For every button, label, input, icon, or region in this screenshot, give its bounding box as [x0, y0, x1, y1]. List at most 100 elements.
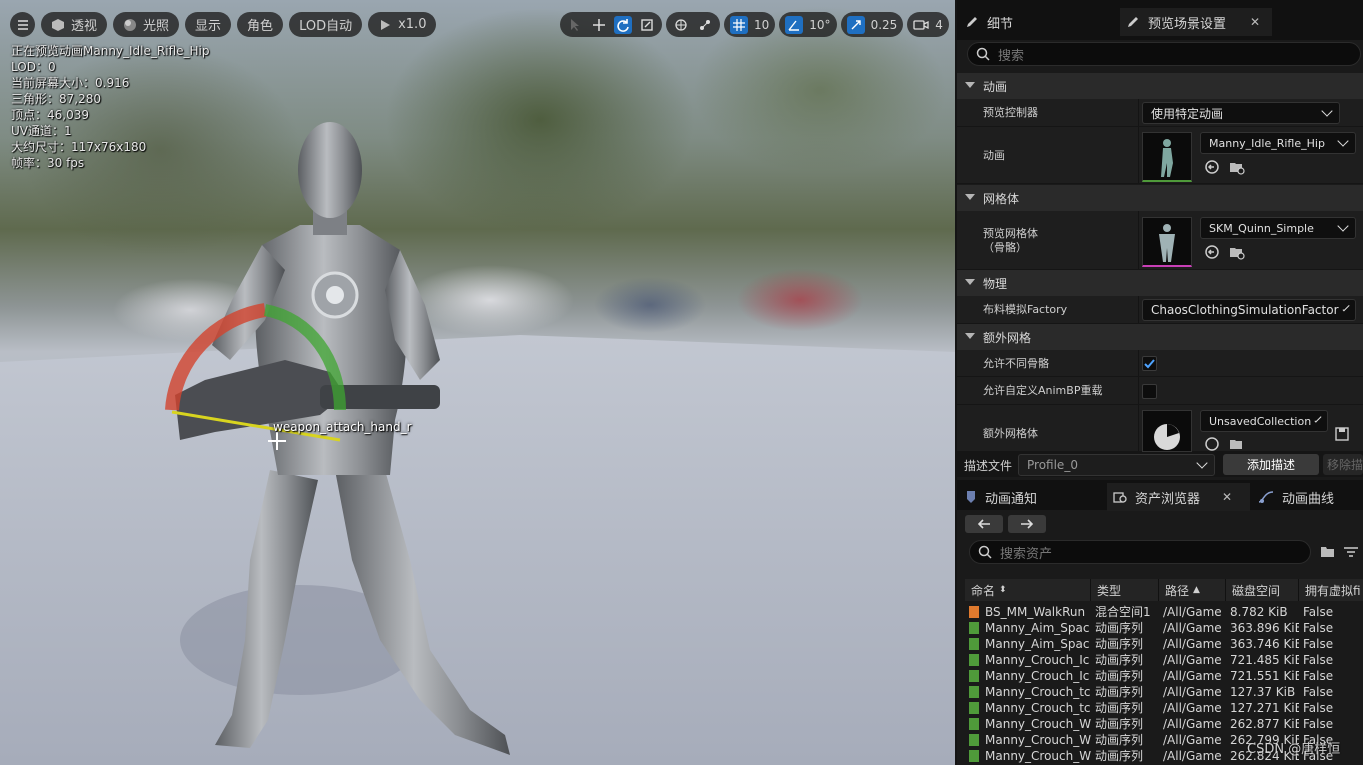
- allow-custom-animbp-label: 允许自定义AnimBP重载: [983, 384, 1103, 397]
- tab-anim-curves[interactable]: 动画曲线: [1252, 483, 1363, 511]
- browse-folder-icon[interactable]: [1229, 159, 1245, 175]
- scale-snap-toggle[interactable]: [846, 15, 865, 34]
- table-row[interactable]: Manny_Aim_Spac 动画序列/All/Game 363.896 KiE Fa…: [965, 620, 1363, 636]
- table-row[interactable]: BS_MM_WalkRun 混合空间1/All/Game 8.782 KiB Fals…: [965, 604, 1363, 620]
- column-disk-size[interactable]: 磁盘空间: [1226, 579, 1299, 601]
- rotation-snap-toggle[interactable]: [785, 15, 804, 34]
- cell-virtual-text: False: [1303, 621, 1334, 635]
- additional-mesh-dropdown[interactable]: UnsavedCollection: [1200, 410, 1328, 432]
- section-additional-meshes[interactable]: 额外网格: [957, 324, 1363, 350]
- table-row[interactable]: Manny_Crouch_tc 动画序列/All/Game 127.271 KiE F…: [965, 700, 1363, 716]
- browse-folder-icon[interactable]: [1229, 244, 1245, 260]
- add-profile-button[interactable]: 添加描述: [1223, 454, 1319, 475]
- browse-folder-icon[interactable]: [1229, 436, 1245, 452]
- table-row[interactable]: Manny_Crouch_Ic 动画序列/All/Game 721.551 KiE F…: [965, 668, 1363, 684]
- allow-custom-animbp-checkbox[interactable]: [1142, 384, 1157, 399]
- tab-preview-scene-settings[interactable]: 预览场景设置 ✕: [1120, 8, 1272, 36]
- cell-path: /All/Game: [1159, 636, 1226, 652]
- cell-name-text: Manny_Aim_Spac: [985, 637, 1090, 651]
- close-icon[interactable]: ✕: [1250, 15, 1260, 29]
- grid-snap-value: 10: [754, 17, 770, 32]
- tab-asset-browser-label: 资产浏览器: [1135, 491, 1201, 507]
- cell-type-text: 动画序列: [1095, 701, 1144, 715]
- details-search-input[interactable]: 搜索: [967, 42, 1361, 66]
- column-name[interactable]: 命名 ⬍: [965, 579, 1091, 601]
- hamburger-icon: [17, 19, 28, 30]
- profile-dropdown[interactable]: Profile_0: [1018, 454, 1215, 476]
- rotation-snap-group[interactable]: 10°: [779, 12, 837, 37]
- cell-path-text: /All/Game: [1163, 701, 1222, 715]
- globe-icon: [675, 18, 687, 31]
- tab-details[interactable]: 细节: [959, 8, 1114, 36]
- cell-path: /All/Game: [1159, 668, 1226, 684]
- cell-name: Manny_Aim_Spac: [965, 636, 1091, 652]
- chevron-down-icon: [1314, 415, 1322, 423]
- close-icon[interactable]: ✕: [1222, 490, 1232, 504]
- table-row[interactable]: Manny_Crouch_Ic 动画序列/All/Game 721.485 KiE F…: [965, 652, 1363, 668]
- column-has-virtual[interactable]: 拥有虚拟fi: [1299, 579, 1363, 601]
- allow-diff-skeletons-checkbox[interactable]: [1142, 356, 1157, 371]
- stats-lod: LOD：0: [11, 60, 56, 74]
- cell-name: Manny_Crouch_Ic: [965, 652, 1091, 668]
- tab-anim-notify[interactable]: 动画通知: [959, 483, 1105, 511]
- tab-details-label: 细节: [987, 16, 1014, 32]
- perspective-button[interactable]: 透视: [41, 12, 108, 37]
- animation-asset-value: Manny_Idle_Rifle_Hip: [1209, 136, 1325, 150]
- cell-type: 动画序列: [1091, 716, 1159, 732]
- lighting-button[interactable]: 光照: [113, 12, 180, 37]
- surface-snap-button[interactable]: [696, 16, 714, 34]
- animation-asset-dropdown[interactable]: Manny_Idle_Rifle_Hip: [1200, 132, 1356, 154]
- section-animation[interactable]: 动画: [957, 73, 1363, 99]
- cloth-factory-value: ChaosClothingSimulationFactor: [1151, 303, 1339, 317]
- cell-type-text: 动画序列: [1095, 653, 1144, 667]
- scale-tool-button[interactable]: [638, 16, 656, 34]
- cell-name-text: Manny_Crouch_W: [985, 733, 1091, 747]
- remove-profile-button[interactable]: 移除描: [1323, 454, 1363, 475]
- grid-snap-toggle[interactable]: [730, 15, 748, 34]
- character-button[interactable]: 角色: [237, 12, 284, 37]
- column-type[interactable]: 类型: [1091, 579, 1159, 601]
- use-selected-icon[interactable]: [1204, 159, 1220, 175]
- preview-mesh-dropdown[interactable]: SKM_Quinn_Simple: [1200, 217, 1356, 239]
- rotate-tool-button[interactable]: [614, 15, 632, 34]
- use-selected-icon[interactable]: [1204, 436, 1220, 452]
- table-row[interactable]: Manny_Crouch_W 动画序列/All/Game 262.877 KiE Fa…: [965, 716, 1363, 732]
- preview-mesh-label-line2: （骨骼）: [983, 241, 1027, 254]
- translate-tool-button[interactable]: [590, 16, 608, 34]
- play-speed-button[interactable]: x1.0: [368, 12, 437, 37]
- cell-type-text: 动画序列: [1095, 733, 1144, 747]
- additional-mesh-thumbnail[interactable]: [1142, 410, 1192, 452]
- section-physics[interactable]: 物理: [957, 270, 1363, 296]
- select-tool-button[interactable]: [566, 16, 584, 34]
- cell-type: 动画序列: [1091, 700, 1159, 716]
- cursor-icon: [571, 18, 579, 31]
- lod-button[interactable]: LOD自动: [289, 12, 363, 37]
- table-row[interactable]: Manny_Aim_Spac 动画序列/All/Game 363.746 KiE Fa…: [965, 636, 1363, 652]
- column-path[interactable]: 路径 ▲: [1159, 579, 1226, 601]
- asset-search-input[interactable]: 搜索资产: [969, 540, 1311, 564]
- save-icon[interactable]: [1334, 426, 1350, 442]
- section-mesh[interactable]: 网格体: [957, 185, 1363, 211]
- filter-icon[interactable]: [1343, 546, 1359, 558]
- forward-button[interactable]: [1008, 515, 1046, 533]
- transform-tools: [560, 12, 662, 37]
- viewport-menu-button[interactable]: [10, 12, 35, 37]
- cell-path: /All/Game: [1159, 652, 1226, 668]
- folder-settings-icon[interactable]: [1320, 545, 1336, 559]
- animation-thumbnail[interactable]: [1142, 132, 1192, 182]
- column-type-label: 类型: [1097, 583, 1122, 598]
- show-button[interactable]: 显示: [185, 12, 232, 37]
- scale-snap-group[interactable]: 0.25: [840, 12, 904, 37]
- cell-size-text: 721.551 KiE: [1230, 669, 1299, 683]
- mesh-thumbnail[interactable]: [1142, 217, 1192, 267]
- grid-snap-group[interactable]: 10: [724, 12, 776, 37]
- preview-viewport[interactable]: 透视 光照 显示 角色 LOD自动 x1.0 10 10° 0.25 4 正在预…: [0, 0, 955, 765]
- preview-controller-dropdown[interactable]: 使用特定动画: [1142, 102, 1340, 124]
- table-row[interactable]: Manny_Crouch_tc 动画序列/All/Game 127.37 KiB Fa…: [965, 684, 1363, 700]
- use-selected-icon[interactable]: [1204, 244, 1220, 260]
- world-local-button[interactable]: [672, 16, 690, 34]
- cloth-factory-dropdown[interactable]: ChaosClothingSimulationFactor: [1142, 299, 1356, 321]
- back-button[interactable]: [965, 515, 1003, 533]
- camera-speed-group[interactable]: 4: [907, 12, 949, 37]
- tab-asset-browser[interactable]: 资产浏览器 ✕: [1107, 483, 1250, 511]
